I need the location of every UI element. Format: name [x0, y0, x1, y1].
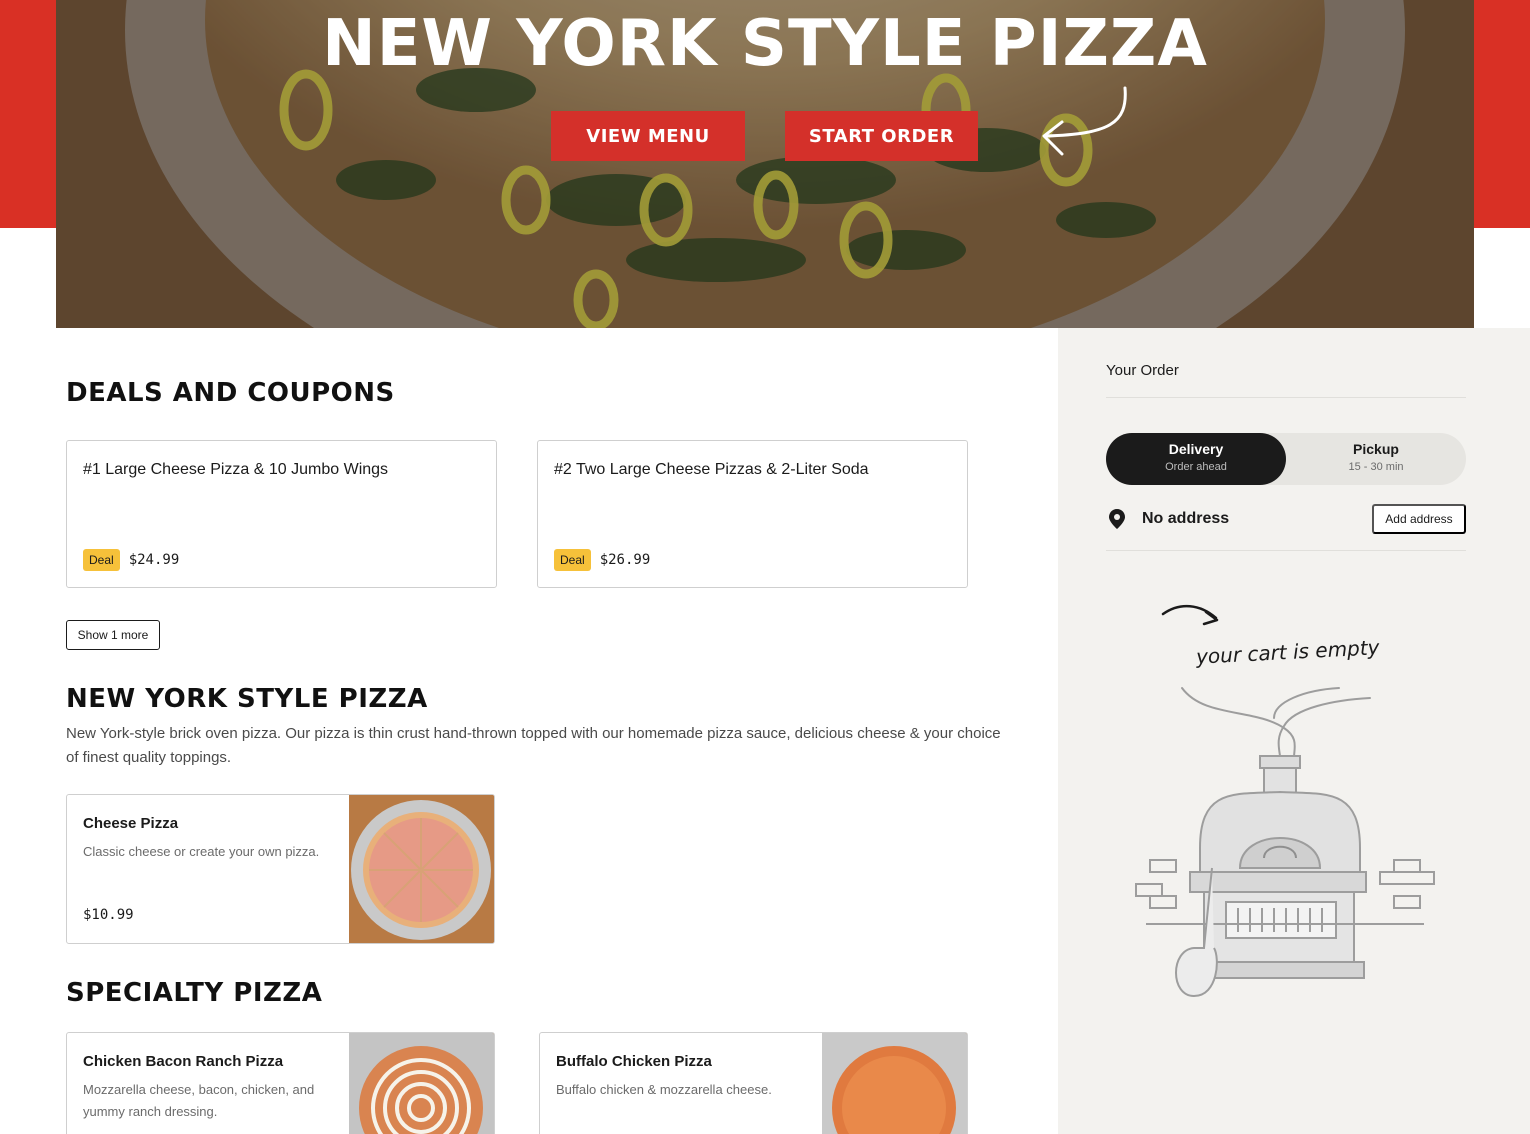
deal-price: $26.99	[599, 552, 651, 568]
show-more-deals-button[interactable]: Show 1 more	[66, 620, 160, 650]
pickup-label: Pickup	[1353, 441, 1399, 457]
menu-item-description: Mozzarella cheese, bacon, chicken, and y…	[83, 1082, 315, 1119]
order-title: Your Order	[1106, 362, 1179, 379]
add-address-button[interactable]: Add address	[1372, 504, 1466, 534]
divider	[1106, 550, 1466, 551]
deal-price: $24.99	[128, 552, 180, 568]
menu-item-card[interactable]: Cheese Pizza Classic cheese or create yo…	[66, 794, 495, 944]
pickup-sub: 15 - 30 min	[1348, 461, 1404, 473]
hand-drawn-arrow-icon	[1161, 605, 1219, 626]
delivery-sub: Order ahead	[1165, 461, 1227, 473]
address-row: No address Add address	[1106, 504, 1466, 534]
pizza-oven-illustration	[1135, 687, 1435, 998]
menu-item-card[interactable]: Chicken Bacon Ranch Pizza Mozzarella che…	[66, 1032, 495, 1134]
menu-item-name: Buffalo Chicken Pizza	[556, 1053, 712, 1070]
deal-card[interactable]: #2 Two Large Cheese Pizzas & 2-Liter Sod…	[537, 440, 968, 588]
delivery-label: Delivery	[1168, 441, 1224, 457]
chicken-bacon-ranch-pizza-image	[349, 1033, 494, 1134]
ny-section-description: New York-style brick oven pizza. Our piz…	[66, 725, 1001, 766]
menu-item-description: Classic cheese or create your own pizza.	[83, 844, 320, 859]
start-order-button[interactable]: START ORDER	[785, 111, 978, 161]
empty-cart-text: your cart is empty	[1195, 635, 1381, 669]
menu-item-description: Buffalo chicken & mozzarella cheese.	[556, 1082, 772, 1097]
menu-item-card[interactable]: Buffalo Chicken Pizza Buffalo chicken & …	[539, 1032, 968, 1134]
deal-card[interactable]: #1 Large Cheese Pizza & 10 Jumbo Wings D…	[66, 440, 497, 588]
buffalo-chicken-pizza-image	[822, 1033, 967, 1134]
hand-drawn-arrow-icon	[1042, 86, 1127, 156]
deal-name: #2 Two Large Cheese Pizzas & 2-Liter Sod…	[554, 461, 869, 478]
location-pin-icon	[1109, 509, 1125, 529]
deals-section-title: DEALS AND COUPONS	[66, 378, 395, 408]
deal-name: #1 Large Cheese Pizza & 10 Jumbo Wings	[83, 461, 389, 478]
hero-title: NEW YORK STYLE PIZZA	[322, 7, 1208, 81]
pickup-option[interactable]: Pickup 15 - 30 min	[1286, 433, 1466, 485]
hero-banner: NEW YORK STYLE PIZZA VIEW MENU START ORD…	[56, 0, 1474, 328]
address-text: No address	[1142, 510, 1230, 527]
divider	[1106, 397, 1466, 398]
cheese-pizza-image	[349, 795, 494, 943]
fulfillment-toggle: Delivery Order ahead Pickup 15 - 30 min	[1106, 433, 1466, 485]
menu-item-name: Chicken Bacon Ranch Pizza	[83, 1053, 284, 1070]
ny-section-title: NEW YORK STYLE PIZZA	[66, 684, 428, 714]
deal-badge: Deal	[83, 549, 120, 571]
menu-item-price: $10.99	[83, 907, 134, 923]
menu-item-name: Cheese Pizza	[83, 815, 179, 832]
view-menu-button[interactable]: VIEW MENU	[551, 111, 745, 161]
deal-badge: Deal	[554, 549, 591, 571]
delivery-option[interactable]: Delivery Order ahead	[1106, 433, 1286, 485]
order-sidebar: Your Order Delivery Order ahead Pickup 1…	[1058, 328, 1530, 1134]
specialty-section-title: SPECIALTY PIZZA	[66, 978, 323, 1008]
